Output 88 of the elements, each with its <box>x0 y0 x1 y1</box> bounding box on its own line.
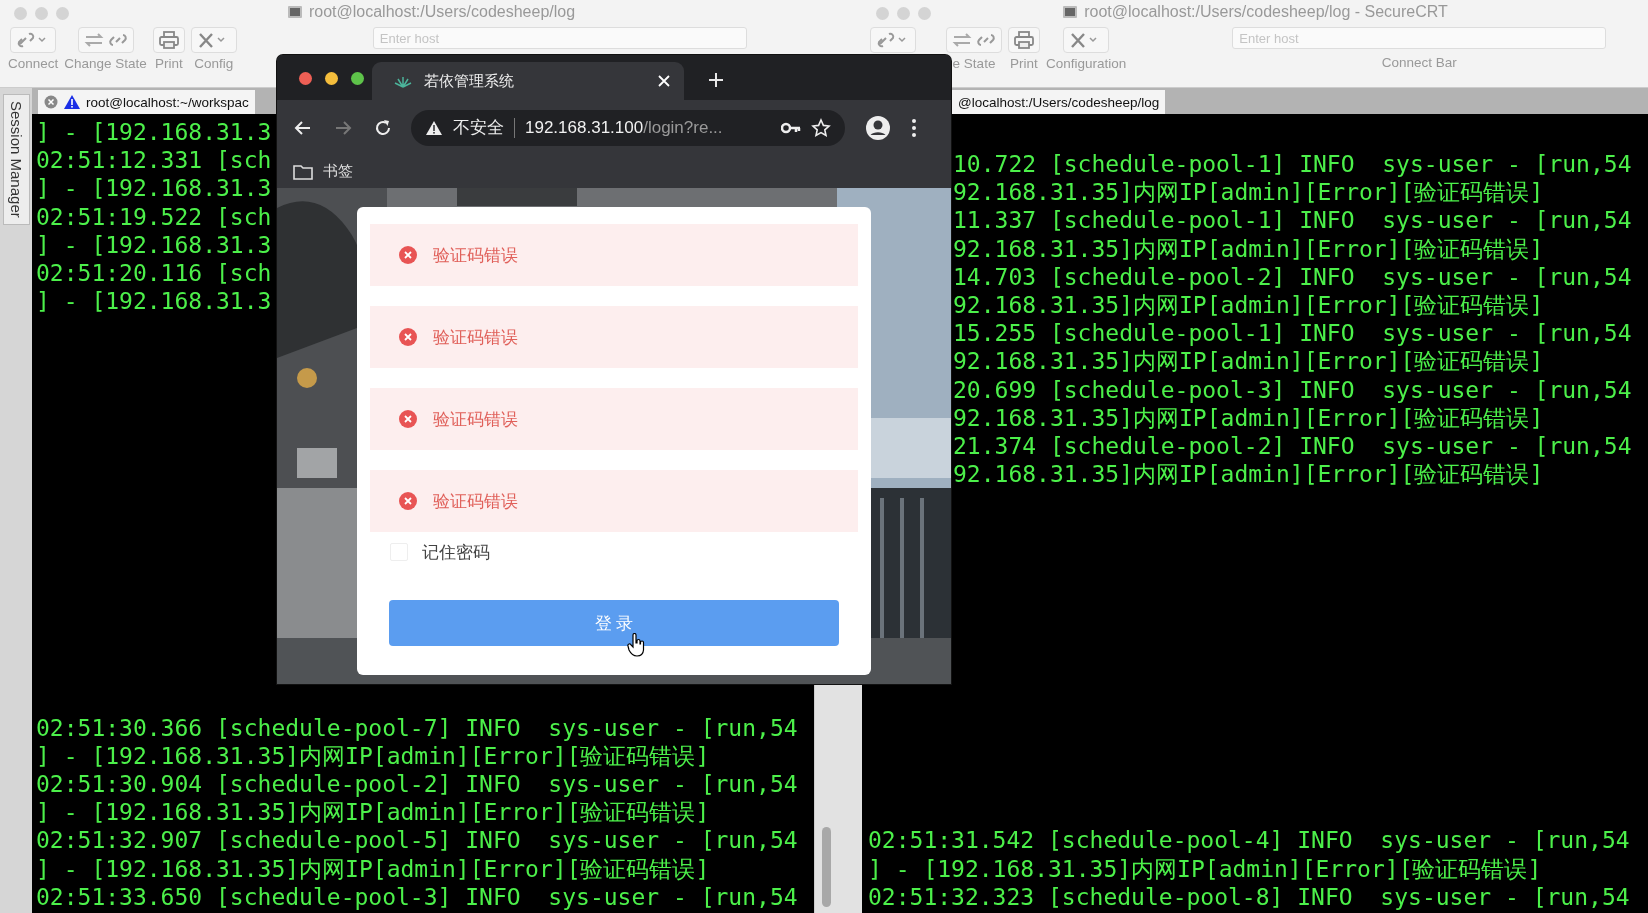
log-line: ] - [192.168.31.3 <box>36 174 272 203</box>
terminal-icon <box>1062 4 1079 20</box>
log-line: 92.168.31.35]内网IP[admin][Error][验证码错误] <box>953 347 1544 376</box>
error-icon <box>399 492 417 510</box>
close-icon[interactable] <box>658 75 670 87</box>
log-line: 15.255 [schedule-pool-1] INFO sys-user - [run,54 <box>953 319 1632 348</box>
error-icon <box>399 246 417 264</box>
log-line: 02:51:33.650 [schedule-pool-3] INFO sys-user - [run,54 <box>36 882 798 911</box>
printer-icon <box>1013 30 1035 50</box>
warning-icon <box>63 94 81 110</box>
window-title: root@localhost:/Users/codesheep/log <box>308 3 576 21</box>
toolbar-label: Change State <box>64 56 147 71</box>
browser-tab[interactable]: 若依管理系统 <box>372 62 684 100</box>
error-message: 验证码错误 <box>370 388 858 450</box>
toolbar-label: Connect Bar <box>1381 55 1457 70</box>
log-line: 92.168.31.35]内网IP[admin][Error][验证码错误] <box>953 234 1544 263</box>
printer-icon <box>157 30 180 50</box>
log-line: 02:51:32.907 [schedule-pool-5] INFO sys-user - [run,54 <box>36 826 798 855</box>
error-message: 验证码错误 <box>370 306 858 368</box>
toolbar-button[interactable] <box>190 27 237 53</box>
pointer-cursor-icon <box>627 633 647 657</box>
warning-icon <box>425 119 443 136</box>
log-line: 02:51:20.116 [sch <box>36 259 272 288</box>
side-tab[interactable]: Session Manager <box>2 94 30 225</box>
error-message: 验证码错误 <box>370 224 858 286</box>
toolbar-button[interactable] <box>946 27 1002 53</box>
log-line: 02:51:30.904 [schedule-pool-2] INFO sys-user - [run,54 <box>36 770 798 799</box>
error-message: 验证码错误 <box>370 470 858 532</box>
log-line: 02:51:32.323 [schedule-pool-8] INFO sys-user - [run,54 <box>868 882 1630 911</box>
toolbar-button[interactable] <box>10 27 57 53</box>
toolbar-button[interactable] <box>77 27 134 53</box>
log-line: 20.699 [schedule-pool-3] INFO sys-user - [run,54 <box>953 375 1632 404</box>
swap-icon <box>951 31 973 49</box>
log-line: 10.722 [schedule-pool-1] INFO sys-user - [run,54 <box>953 150 1632 179</box>
close-window-icon[interactable] <box>299 72 312 85</box>
toolbar-label: Print <box>154 56 183 71</box>
session-tab[interactable]: @localhost:/Users/codesheep/log <box>952 90 1166 114</box>
zoom-window-icon[interactable] <box>351 72 364 85</box>
log-line: ] - [192.168.31.35]内网IP[admin][Error][验证码错误] <box>36 741 710 770</box>
log-line: 02:51:19.522 [sch <box>36 202 272 231</box>
terminal-icon <box>286 4 303 20</box>
reload-icon[interactable] <box>373 117 393 138</box>
toolbar-label: Config <box>194 56 234 71</box>
session-tab[interactable]: root@localhost:~/workspac <box>38 90 255 114</box>
toolbar-button[interactable] <box>152 27 185 53</box>
folder-icon <box>293 163 313 180</box>
new-tab-icon[interactable] <box>708 72 724 88</box>
leaf-icon <box>394 74 412 88</box>
toolbar-button[interactable] <box>870 27 916 53</box>
log-line: ] - [192.168.31.3 <box>36 287 272 316</box>
toolbar-label: Print <box>1010 56 1038 71</box>
log-line: ] - [192.168.31.3 <box>36 230 272 259</box>
link-icon <box>975 31 997 49</box>
key-icon[interactable] <box>781 121 801 134</box>
minimize-window-icon[interactable] <box>325 72 338 85</box>
log-line: 92.168.31.35]内网IP[admin][Error][验证码错误] <box>953 178 1544 207</box>
toolbar-label: Connect <box>8 56 59 71</box>
window-title: root@localhost:/Users/codesheep/log - SecureCRT <box>1084 3 1448 21</box>
log-line: 21.374 [schedule-pool-2] INFO sys-user - [run,54 <box>953 432 1632 461</box>
profile-icon[interactable] <box>865 114 891 141</box>
swap-icon <box>82 31 105 49</box>
menu-icon[interactable] <box>911 117 917 138</box>
security-label: 不安全 <box>453 117 504 139</box>
log-line: 02:51:31.542 [schedule-pool-4] INFO sys-user - [run,54 <box>868 826 1630 855</box>
scroll-thumb[interactable] <box>822 827 831 907</box>
log-line: ] - [192.168.31.35]内网IP[admin][Error][验证码错误] <box>36 798 710 827</box>
toolbar-label: Configuration <box>1046 56 1127 71</box>
log-line: 11.337 [schedule-pool-1] INFO sys-user - [run,54 <box>953 206 1632 235</box>
link-icon <box>106 31 129 49</box>
star-icon[interactable] <box>811 117 831 138</box>
toolbar-label: e State <box>952 56 996 71</box>
log-line: 02:51:30.366 [schedule-pool-7] INFO sys-user - [run,54 <box>36 713 798 742</box>
log-line: 92.168.31.35]内网IP[admin][Error][验证码错误] <box>953 460 1544 489</box>
bookmark-folder[interactable]: 书签 <box>293 162 353 181</box>
log-line: ] - [192.168.31.3 <box>36 118 272 147</box>
address-bar[interactable]: 不安全 192.168.31.100/login?re... <box>411 109 845 146</box>
log-line: 02:51:12.331 [sch <box>36 146 272 175</box>
toolbar-button[interactable] <box>1008 27 1040 53</box>
log-line: ] - [192.168.31.35]内网IP[admin][Error][验证码错误] <box>868 854 1542 883</box>
log-line: 92.168.31.35]内网IP[admin][Error][验证码错误] <box>953 403 1544 433</box>
error-icon <box>399 328 417 346</box>
log-line: ] - [192.168.31.35]内网IP[admin][Error][验证码错误] <box>36 854 710 883</box>
url-text: 192.168.31.100/login?re... <box>525 117 724 138</box>
log-line: 14.703 [schedule-pool-2] INFO sys-user - [run,54 <box>953 262 1632 291</box>
log-line: 92.168.31.35]内网IP[admin][Error][验证码错误] <box>953 291 1544 320</box>
toolbar-button[interactable] <box>1063 27 1110 53</box>
error-icon <box>399 410 417 428</box>
checkbox-label[interactable]: 记住密码 <box>422 540 490 564</box>
